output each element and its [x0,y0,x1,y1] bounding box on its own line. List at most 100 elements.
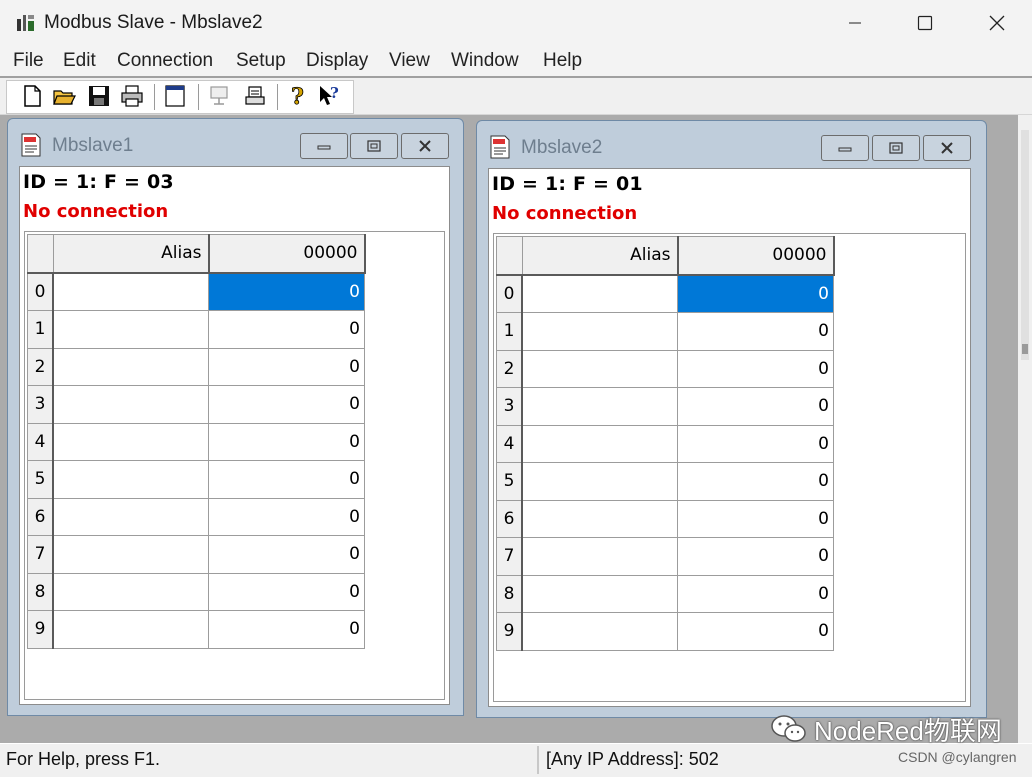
register-value-cell[interactable]: 0 [677,349,834,388]
alias-cell[interactable] [521,462,678,501]
alias-cell[interactable] [52,460,209,499]
alias-cell[interactable] [52,422,209,461]
menu-view[interactable]: View [389,50,430,72]
print-icon[interactable] [120,84,144,108]
menu-setup[interactable]: Setup [236,50,286,72]
menu-help[interactable]: Help [543,50,582,72]
alias-cell[interactable] [521,612,678,651]
row-header[interactable]: 9 [496,612,523,651]
child-restore-button[interactable] [872,135,920,161]
alias-cell[interactable] [52,497,209,536]
connect-icon[interactable] [207,84,231,108]
child-restore-button[interactable] [350,133,398,159]
menu-file[interactable]: File [13,50,44,72]
register-value-cell[interactable]: 0 [208,310,365,349]
mdi-scroll-thumb[interactable] [1021,130,1029,360]
disconnect-icon[interactable] [243,84,267,108]
table-row: 40 [27,422,365,461]
row-header[interactable]: 3 [27,385,54,424]
register-value-cell[interactable]: 0 [208,535,365,574]
minimize-button[interactable] [820,0,890,46]
alias-cell[interactable] [52,347,209,386]
row-header[interactable]: 7 [27,535,54,574]
register-value-cell[interactable]: 0 [677,499,834,538]
maximize-icon [917,15,933,31]
register-value-cell[interactable]: 0 [208,422,365,461]
menu-window[interactable]: Window [451,50,519,72]
row-header[interactable]: 7 [496,537,523,576]
new-file-icon[interactable] [20,84,44,108]
row-header[interactable]: 4 [27,422,54,461]
register-value-cell[interactable]: 0 [677,612,834,651]
row-header[interactable]: 5 [496,462,523,501]
row-header[interactable]: 6 [27,497,54,536]
register-value-cell[interactable]: 0 [208,460,365,499]
alias-cell[interactable] [52,272,209,311]
register-value-cell[interactable]: 0 [677,574,834,613]
open-folder-icon[interactable] [52,84,76,108]
child-close-button[interactable] [401,133,449,159]
grid-corner[interactable] [496,236,523,276]
row-header[interactable]: 2 [496,349,523,388]
help-icon[interactable]: ? [286,84,310,108]
register-value-cell[interactable]: 0 [208,497,365,536]
column-header-alias[interactable]: Alias [52,234,210,274]
context-help-icon[interactable]: ? [318,84,342,108]
alias-cell[interactable] [521,424,678,463]
register-value-cell[interactable]: 0 [208,572,365,611]
child-close-button[interactable] [923,135,971,161]
row-header[interactable]: 0 [496,274,523,313]
alias-cell[interactable] [52,535,209,574]
menu-edit[interactable]: Edit [63,50,96,72]
row-header[interactable]: 4 [496,424,523,463]
menu-bar: File Edit Connection Setup Display View … [0,46,1032,76]
register-value-cell[interactable]: 0 [208,347,365,386]
connection-status: No connection [492,203,638,224]
alias-cell[interactable] [521,312,678,351]
register-value-cell[interactable]: 0 [208,610,365,649]
register-value-cell[interactable]: 0 [677,312,834,351]
alias-cell[interactable] [521,274,678,313]
child-minimize-button[interactable] [821,135,869,161]
alias-cell[interactable] [52,385,209,424]
register-value-cell[interactable]: 0 [677,462,834,501]
alias-cell[interactable] [52,310,209,349]
row-header[interactable]: 1 [496,312,523,351]
alias-cell[interactable] [521,537,678,576]
window-icon[interactable] [163,84,187,108]
alias-cell[interactable] [52,610,209,649]
register-value-cell[interactable]: 0 [677,387,834,426]
child-minimize-button[interactable] [300,133,348,159]
row-header[interactable]: 8 [496,574,523,613]
row-header[interactable]: 6 [496,499,523,538]
column-header-address[interactable]: 00000 [208,234,366,274]
grid-corner[interactable] [27,234,54,274]
alias-cell[interactable] [521,574,678,613]
menu-display[interactable]: Display [306,50,368,72]
row-header[interactable]: 2 [27,347,54,386]
register-value-cell[interactable]: 0 [677,274,834,313]
row-header[interactable]: 9 [27,610,54,649]
alias-cell[interactable] [521,349,678,388]
column-header-address[interactable]: 00000 [677,236,835,276]
close-button[interactable] [962,0,1032,46]
svg-text:?: ? [291,84,304,108]
child-window-mbslave2[interactable]: Mbslave2 ID = 1: F = 01 No connection Al… [476,120,987,718]
row-header[interactable]: 3 [496,387,523,426]
maximize-button[interactable] [890,0,960,46]
row-header[interactable]: 8 [27,572,54,611]
row-header[interactable]: 5 [27,460,54,499]
alias-cell[interactable] [521,499,678,538]
row-header[interactable]: 1 [27,310,54,349]
child-window-mbslave1[interactable]: Mbslave1 ID = 1: F = 03 No connection Al… [7,118,464,716]
row-header[interactable]: 0 [27,272,54,311]
register-value-cell[interactable]: 0 [677,424,834,463]
menu-connection[interactable]: Connection [117,50,213,72]
alias-cell[interactable] [52,572,209,611]
register-value-cell[interactable]: 0 [208,385,365,424]
column-header-alias[interactable]: Alias [521,236,679,276]
register-value-cell[interactable]: 0 [677,537,834,576]
register-value-cell[interactable]: 0 [208,272,365,311]
save-icon[interactable] [87,84,111,108]
alias-cell[interactable] [521,387,678,426]
